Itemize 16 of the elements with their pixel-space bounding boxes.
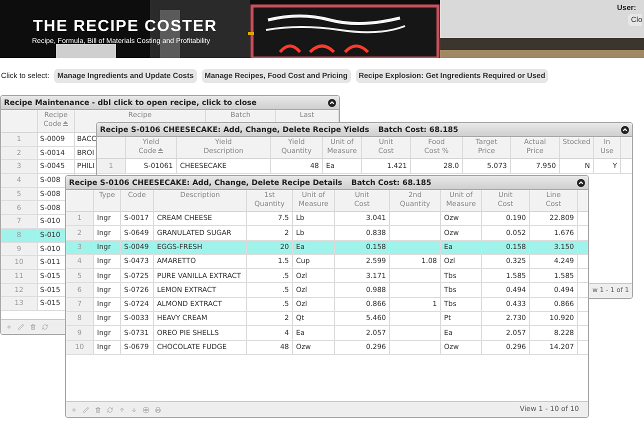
refresh-icon[interactable]	[107, 406, 113, 412]
arrow-up-icon[interactable]	[119, 406, 125, 412]
arrow-down-icon[interactable]	[131, 406, 137, 412]
add-icon[interactable]	[71, 406, 77, 412]
printer-icon[interactable]	[155, 406, 161, 412]
refresh-icon[interactable]	[42, 324, 48, 330]
table-icon[interactable]	[143, 406, 149, 412]
collapse-icon[interactable]	[577, 178, 585, 186]
trash-icon[interactable]	[30, 324, 36, 330]
add-icon[interactable]	[6, 324, 12, 330]
pencil-icon[interactable]	[83, 406, 89, 412]
trash-icon[interactable]	[95, 406, 101, 412]
pencil-icon[interactable]	[18, 324, 24, 330]
collapse-icon[interactable]	[621, 126, 629, 134]
collapse-icon[interactable]	[328, 98, 336, 106]
app-title: THE RECIPE COSTER	[33, 18, 218, 36]
